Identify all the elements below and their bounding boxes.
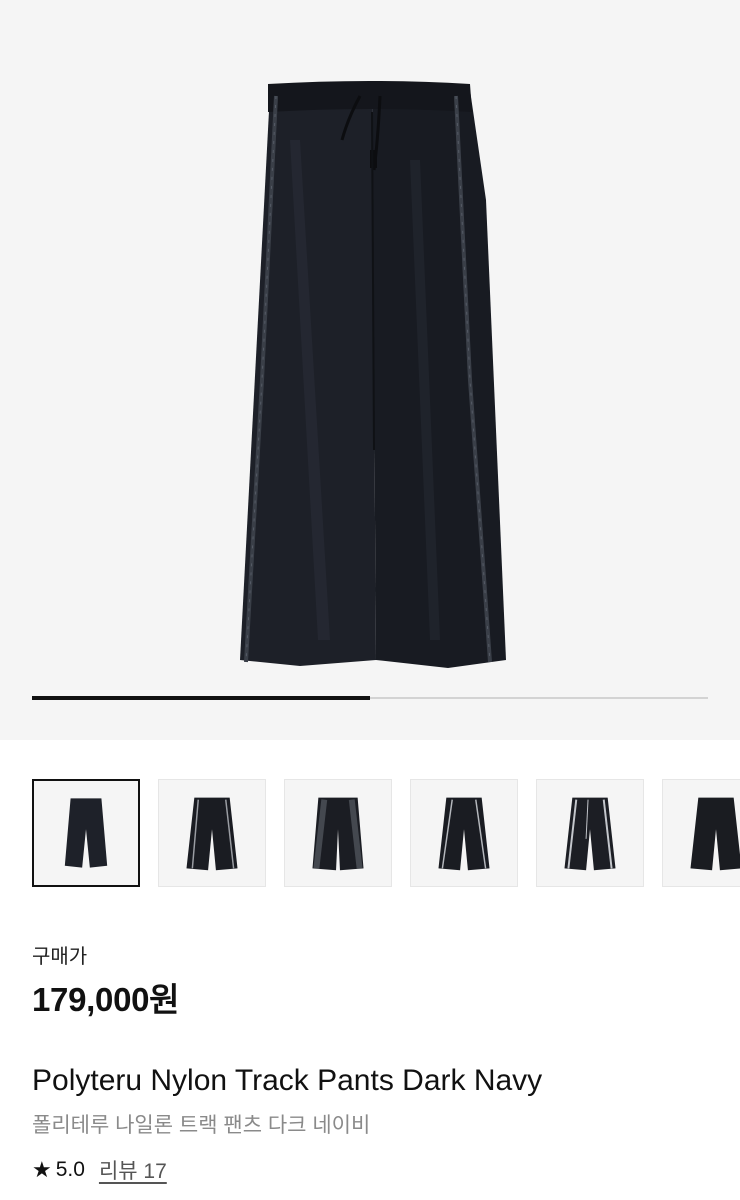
review-count-link[interactable]: 리뷰 17 (99, 1155, 167, 1185)
rating-row: ★ 5.0 리뷰 17 (32, 1155, 167, 1185)
product-name-english: Polyteru Nylon Track Pants Dark Navy (32, 1064, 543, 1097)
thumbnail-3[interactable] (284, 779, 392, 887)
gallery-progress-fill (32, 696, 370, 700)
thumbnail-2[interactable] (158, 779, 266, 887)
thumbnail-6[interactable] (662, 779, 740, 887)
pants-thumbnail-image (312, 797, 364, 871)
pants-thumbnail-image (690, 797, 740, 871)
product-image-gallery[interactable] (0, 0, 740, 740)
price-label: 구매가 (32, 946, 88, 968)
thumbnail-5[interactable] (536, 779, 644, 887)
thumbnail-4[interactable] (410, 779, 518, 887)
rating-score: 5.0 (55, 1158, 85, 1181)
pants-thumbnail-image (438, 797, 490, 871)
pants-thumbnail-image (186, 797, 238, 871)
thumbnail-1[interactable] (32, 779, 140, 887)
product-price: 179,000원 (32, 981, 180, 1018)
thumbnail-strip[interactable] (32, 779, 740, 891)
pants-thumbnail-image (564, 797, 616, 871)
gallery-progress-bar (32, 696, 708, 700)
pants-thumbnail-image (64, 798, 108, 868)
product-name-korean: 폴리테루 나일론 트랙 팬츠 다크 네이비 (32, 1114, 371, 1137)
product-main-image (240, 81, 506, 668)
star-icon: ★ (32, 1157, 52, 1182)
